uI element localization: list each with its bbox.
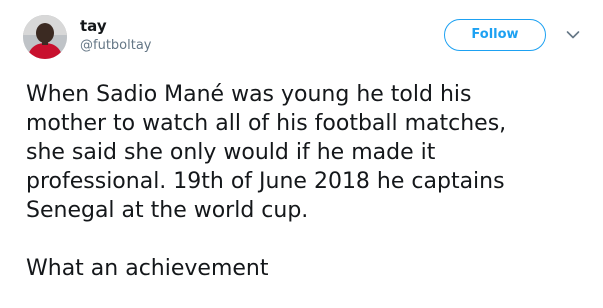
- user-handle[interactable]: @futboltay: [80, 38, 152, 54]
- tweet-text-line: professional. 19th of June 2018 he capta…: [26, 169, 505, 194]
- display-name[interactable]: tay: [80, 17, 107, 35]
- avatar[interactable]: [23, 15, 67, 59]
- chevron-down-icon[interactable]: [566, 30, 580, 40]
- follow-button[interactable]: Follow: [444, 19, 546, 51]
- profile-photo-icon: [23, 15, 67, 59]
- tweet-text-closing: What an achievement: [26, 256, 269, 281]
- paragraph-break: [26, 225, 596, 254]
- tweet-text-line: Senegal at the world cup.: [26, 198, 309, 223]
- tweet-text-line: she said she only would if he made it: [26, 140, 436, 165]
- tweet-card: tay @futboltay Follow When Sadio Mané wa…: [0, 0, 603, 308]
- tweet-text-line: mother to watch all of his football matc…: [26, 111, 507, 136]
- tweet-text-line: When Sadio Mané was young he told his: [26, 82, 472, 107]
- tweet-text: When Sadio Mané was young he told his mo…: [26, 80, 596, 283]
